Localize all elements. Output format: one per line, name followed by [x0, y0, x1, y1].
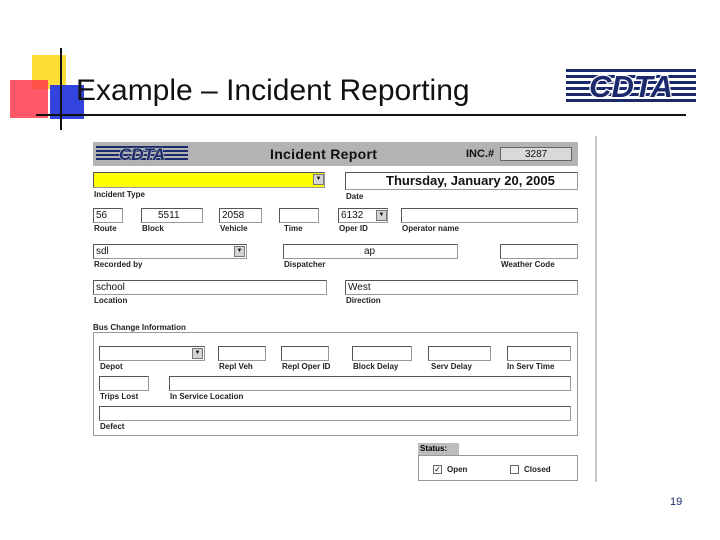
block-label: Block: [142, 224, 164, 233]
form-title: Incident Report: [270, 146, 378, 162]
weather-code-field[interactable]: [500, 244, 578, 259]
window-edge: [595, 136, 597, 482]
incident-type-dropdown-icon[interactable]: ▼: [313, 174, 324, 185]
direction-field[interactable]: West: [345, 280, 578, 295]
status-closed-checkbox[interactable]: [510, 465, 519, 474]
depot-label: Depot: [100, 362, 123, 371]
defect-field[interactable]: [99, 406, 571, 421]
depot-select[interactable]: [99, 346, 205, 361]
decor-horizontal-line: [36, 114, 686, 116]
decor-red-square: [10, 80, 48, 118]
slide-title: Example – Incident Reporting: [76, 74, 470, 107]
repl-oper-id-label: Repl Oper ID: [282, 362, 331, 371]
status-group: [418, 455, 578, 481]
in-serv-time-field[interactable]: [507, 346, 571, 361]
cdta-logo: CDTA: [566, 67, 696, 105]
location-label: Location: [94, 296, 128, 305]
block-delay-field[interactable]: [352, 346, 412, 361]
depot-dropdown-icon[interactable]: ▼: [192, 348, 203, 359]
operator-name-label: Operator name: [402, 224, 459, 233]
location-field[interactable]: school: [93, 280, 327, 295]
repl-veh-field[interactable]: [218, 346, 266, 361]
incident-type-select[interactable]: [93, 172, 325, 188]
decor-vertical-line: [60, 48, 62, 130]
vehicle-field[interactable]: 2058: [219, 208, 262, 223]
time-field[interactable]: [279, 208, 319, 223]
direction-label: Direction: [346, 296, 381, 305]
in-service-location-field[interactable]: [169, 376, 571, 391]
trips-lost-label: Trips Lost: [100, 392, 139, 401]
vehicle-label: Vehicle: [220, 224, 248, 233]
bus-change-section-label: Bus Change Information: [93, 323, 186, 332]
repl-veh-label: Repl Veh: [219, 362, 253, 371]
page-number: 19: [670, 496, 683, 508]
serv-delay-label: Serv Delay: [431, 362, 472, 371]
in-service-location-label: In Service Location: [170, 392, 244, 401]
inc-label: INC.#: [466, 148, 495, 160]
dispatcher-label: Dispatcher: [284, 260, 326, 269]
oper-id-label: Oper ID: [339, 224, 368, 233]
in-serv-time-label: In Serv Time: [507, 362, 555, 371]
time-label: Time: [284, 224, 303, 233]
status-open-label: Open: [447, 465, 468, 474]
block-field[interactable]: 5511: [141, 208, 203, 223]
route-label: Route: [94, 224, 117, 233]
status-closed-label: Closed: [524, 465, 551, 474]
route-field[interactable]: 56: [93, 208, 123, 223]
oper-id-dropdown-icon[interactable]: ▼: [376, 210, 387, 221]
checkmark-icon: ✓: [434, 465, 441, 474]
repl-oper-id-field[interactable]: [281, 346, 329, 361]
date-label: Date: [346, 192, 364, 201]
status-open-checkbox[interactable]: ✓: [433, 465, 442, 474]
weather-code-label: Weather Code: [501, 260, 555, 269]
status-label: Status:: [418, 443, 459, 455]
cdta-logo-text: CDTA: [589, 69, 673, 104]
form-logo-text: CDTA: [119, 145, 165, 163]
operator-name-field[interactable]: [401, 208, 578, 223]
date-field[interactable]: Thursday, January 20, 2005: [345, 172, 578, 190]
incident-type-label: Incident Type: [94, 190, 145, 199]
recorded-by-label: Recorded by: [94, 260, 143, 269]
inc-number-field[interactable]: 3287: [500, 147, 572, 161]
recorded-by-select[interactable]: sdl: [93, 244, 247, 259]
trips-lost-field[interactable]: [99, 376, 149, 391]
dispatcher-field[interactable]: ap: [283, 244, 458, 259]
form-cdta-logo: CDTA: [96, 145, 188, 163]
block-delay-label: Block Delay: [353, 362, 399, 371]
defect-label: Defect: [100, 422, 125, 431]
recorded-by-dropdown-icon[interactable]: ▼: [234, 246, 245, 257]
serv-delay-field[interactable]: [428, 346, 491, 361]
